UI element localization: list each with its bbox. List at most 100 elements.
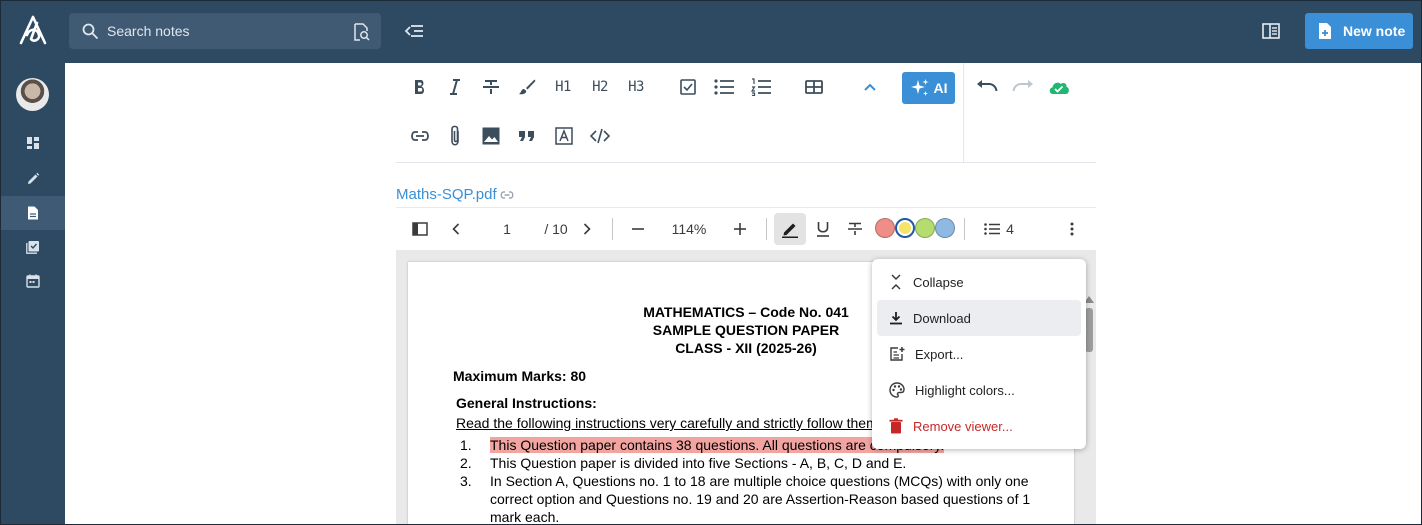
palette-icon xyxy=(889,382,905,398)
italic-button[interactable] xyxy=(441,73,469,101)
sidebar-item-dashboard[interactable] xyxy=(1,126,65,160)
sidebar-item-edit[interactable] xyxy=(1,162,65,196)
app-logo-icon[interactable] xyxy=(15,13,51,49)
pdf-instructions-intro: Read the following instructions very car… xyxy=(456,415,882,431)
ai-button[interactable]: AI xyxy=(902,72,955,104)
code-icon xyxy=(590,128,610,144)
new-note-label: New note xyxy=(1343,23,1406,39)
more-options-button[interactable] xyxy=(1062,217,1082,241)
dashboard-icon xyxy=(27,137,39,149)
menu-item-label: Remove viewer... xyxy=(913,418,1013,434)
sidebar-item-calendar[interactable] xyxy=(1,264,65,298)
strikethrough-button[interactable] xyxy=(477,73,505,101)
pdf-item-text: mark each. xyxy=(490,509,560,525)
zoom-in-button[interactable] xyxy=(730,217,750,241)
menu-item-export[interactable]: Export... xyxy=(877,336,1081,372)
app-window: New note xyxy=(0,0,1422,525)
color-swatch-green[interactable] xyxy=(915,218,935,238)
color-swatch-yellow[interactable] xyxy=(895,218,915,238)
prev-page-button[interactable] xyxy=(446,217,466,241)
heading-2-button[interactable]: H2 xyxy=(586,73,614,101)
pdf-item-text: In Section A, Questions no. 1 to 18 are … xyxy=(490,473,1029,489)
strike-button[interactable] xyxy=(845,217,865,241)
heading-3-button[interactable]: H3 xyxy=(622,73,650,101)
zoom-out-button[interactable] xyxy=(628,217,648,241)
sidebar-item-notes[interactable] xyxy=(1,196,65,230)
underline-icon xyxy=(817,222,829,237)
quote-button[interactable] xyxy=(513,122,541,150)
toggle-panel-icon[interactable] xyxy=(1260,21,1282,41)
text-box-button[interactable] xyxy=(550,122,578,150)
page-total: / 10 xyxy=(544,221,568,237)
collapse-icon xyxy=(891,274,901,290)
page-number-input[interactable]: 1 xyxy=(494,217,520,241)
pdf-item-text: correct option and Questions no. 19 and … xyxy=(490,491,1031,507)
highlighter-button[interactable] xyxy=(780,217,800,241)
note-icon xyxy=(28,206,38,220)
chevron-left-icon xyxy=(452,223,460,235)
toolbar-divider xyxy=(963,63,964,162)
collapse-sidebar-icon[interactable] xyxy=(403,21,425,41)
menu-item-download[interactable]: Download xyxy=(877,300,1081,336)
sidebar-toggle-icon xyxy=(412,222,428,236)
scrollbar-thumb[interactable] xyxy=(1085,308,1093,352)
pdf-toolbar-separator xyxy=(612,218,613,240)
numbered-list-icon xyxy=(751,78,771,96)
chevron-up-icon xyxy=(864,83,876,91)
attachment-title[interactable]: Maths-SQP.pdf xyxy=(396,186,497,203)
bullet-list-icon xyxy=(714,79,734,95)
sidebar-item-tasks[interactable] xyxy=(1,230,65,264)
menu-item-collapse[interactable]: Collapse xyxy=(877,264,1081,300)
underline-button[interactable] xyxy=(813,217,833,241)
heading-1-button[interactable]: H1 xyxy=(549,73,577,101)
search-in-content-icon[interactable] xyxy=(351,22,371,42)
checkbox-icon xyxy=(680,79,696,95)
attachment-link-icon[interactable] xyxy=(499,188,515,202)
highlights-count: 4 xyxy=(1006,221,1014,237)
menu-item-label: Highlight colors... xyxy=(915,382,1015,398)
sparkles-icon xyxy=(910,79,928,96)
new-note-button[interactable]: New note xyxy=(1305,13,1413,49)
text-color-button[interactable] xyxy=(513,73,541,101)
strikethrough-icon xyxy=(483,80,499,94)
viewer-options-menu: Collapse Download Export... Highlight co… xyxy=(872,259,1086,449)
sidebar-toggle-button[interactable] xyxy=(410,217,430,241)
search-box[interactable] xyxy=(69,13,381,49)
redo-button[interactable] xyxy=(1009,73,1037,101)
bullet-list-button[interactable] xyxy=(710,73,738,101)
menu-item-label: Download xyxy=(913,310,971,326)
table-button[interactable] xyxy=(800,73,828,101)
pdf-item-text: This Question paper is divided into five… xyxy=(490,455,907,471)
pdf-toolbar: 1 / 10 114% 4 xyxy=(396,208,1096,250)
code-button[interactable] xyxy=(586,122,614,150)
pdf-item-number: 3. xyxy=(460,473,472,489)
collapse-toolbar-button[interactable] xyxy=(856,73,884,101)
menu-item-remove-viewer[interactable]: Remove viewer... xyxy=(877,408,1081,444)
color-swatch-red[interactable] xyxy=(875,218,895,238)
pdf-max-marks: Maximum Marks: 80 xyxy=(453,368,587,384)
pdf-item-number: 2. xyxy=(460,455,472,471)
image-icon xyxy=(482,127,500,145)
bold-icon xyxy=(415,80,424,94)
image-button[interactable] xyxy=(477,122,505,150)
menu-item-highlight-colors[interactable]: Highlight colors... xyxy=(877,372,1081,408)
attachment-button[interactable] xyxy=(441,122,469,150)
search-input[interactable] xyxy=(107,13,337,49)
color-swatch-blue[interactable] xyxy=(935,218,955,238)
zoom-level[interactable]: 114% xyxy=(666,217,712,241)
undo-button[interactable] xyxy=(973,73,1001,101)
numbered-list-button[interactable] xyxy=(747,73,775,101)
trash-icon xyxy=(889,418,903,434)
avatar[interactable] xyxy=(16,78,49,111)
undo-icon xyxy=(977,80,998,92)
search-icon xyxy=(82,23,98,39)
sync-status-button[interactable] xyxy=(1045,73,1073,101)
link-button[interactable] xyxy=(406,122,434,150)
checklist-button[interactable] xyxy=(674,73,702,101)
bold-button[interactable] xyxy=(406,73,434,101)
highlights-list-button[interactable] xyxy=(982,217,1002,241)
strikethrough-icon xyxy=(848,222,862,235)
top-bar: New note xyxy=(1,1,1421,63)
next-page-button[interactable] xyxy=(577,217,597,241)
brush-icon xyxy=(519,79,536,95)
